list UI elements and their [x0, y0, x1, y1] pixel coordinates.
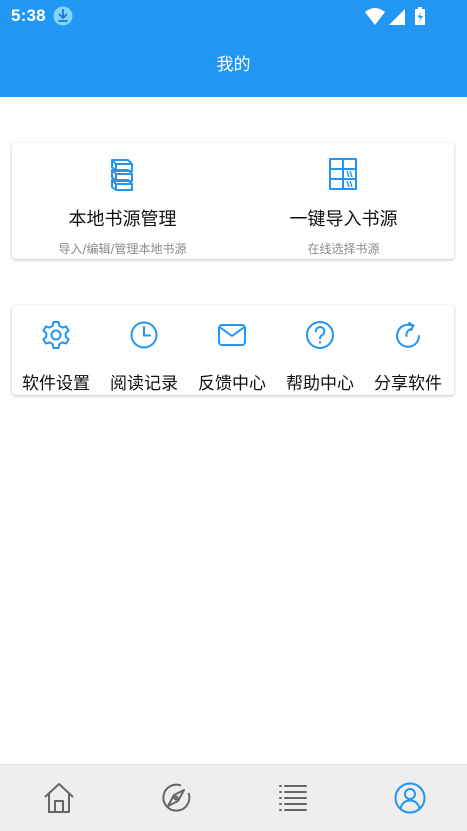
- menu-item-share[interactable]: 分享软件: [364, 305, 452, 395]
- local-source-management-item[interactable]: 本地书源管理 导入/编辑/管理本地书源: [12, 143, 233, 259]
- one-click-import-subtitle: 在线选择书源: [307, 242, 380, 256]
- nav-item-profile[interactable]: [351, 765, 467, 831]
- bookshelf-icon: [329, 158, 357, 190]
- battery-icon: [415, 7, 425, 25]
- list-icon: [279, 785, 307, 811]
- local-source-title: 本地书源管理: [68, 209, 177, 230]
- menu-label-settings: 软件设置: [22, 374, 90, 394]
- download-icon: [53, 6, 73, 26]
- menu-item-help[interactable]: 帮助中心: [276, 305, 364, 395]
- clock-icon: [130, 321, 158, 349]
- nav-item-list[interactable]: [234, 765, 351, 831]
- menu-label-feedback: 反馈中心: [198, 374, 266, 394]
- nav-item-home[interactable]: [0, 765, 117, 831]
- app-bar: 我的: [0, 34, 467, 97]
- source-card: 本地书源管理 导入/编辑/管理本地书源 一键导入书源 在线选择书源: [12, 143, 454, 259]
- menu-label-help: 帮助中心: [286, 374, 354, 394]
- signal-icon: [389, 9, 405, 25]
- share-icon: [396, 322, 420, 348]
- books-icon: [111, 159, 133, 191]
- local-source-subtitle: 导入/编辑/管理本地书源: [58, 242, 187, 256]
- gear-icon: [42, 321, 70, 349]
- wifi-icon: [365, 8, 385, 25]
- menu-item-reading-history[interactable]: 阅读记录: [100, 305, 188, 395]
- menu-item-settings[interactable]: 软件设置: [12, 305, 100, 395]
- page-title: 我的: [216, 55, 251, 75]
- help-icon: [306, 321, 334, 349]
- status-bar: 5:38: [0, 0, 467, 34]
- status-time: 5:38: [11, 6, 46, 25]
- compass-icon: [162, 783, 191, 812]
- menu-item-feedback[interactable]: 反馈中心: [188, 305, 276, 395]
- menu-label-share: 分享软件: [374, 374, 442, 394]
- menu-card: 软件设置 阅读记录 反馈中心 帮助中心 分享软件: [12, 305, 454, 395]
- home-icon: [44, 783, 74, 813]
- user-icon: [394, 782, 426, 814]
- status-icons: [365, 7, 425, 25]
- one-click-import-title: 一键导入书源: [289, 209, 398, 230]
- nav-item-discover[interactable]: [117, 765, 234, 831]
- bottom-nav: [0, 764, 467, 831]
- one-click-import-item[interactable]: 一键导入书源 在线选择书源: [233, 143, 454, 259]
- menu-label-reading-history: 阅读记录: [110, 374, 178, 394]
- mail-icon: [218, 324, 246, 346]
